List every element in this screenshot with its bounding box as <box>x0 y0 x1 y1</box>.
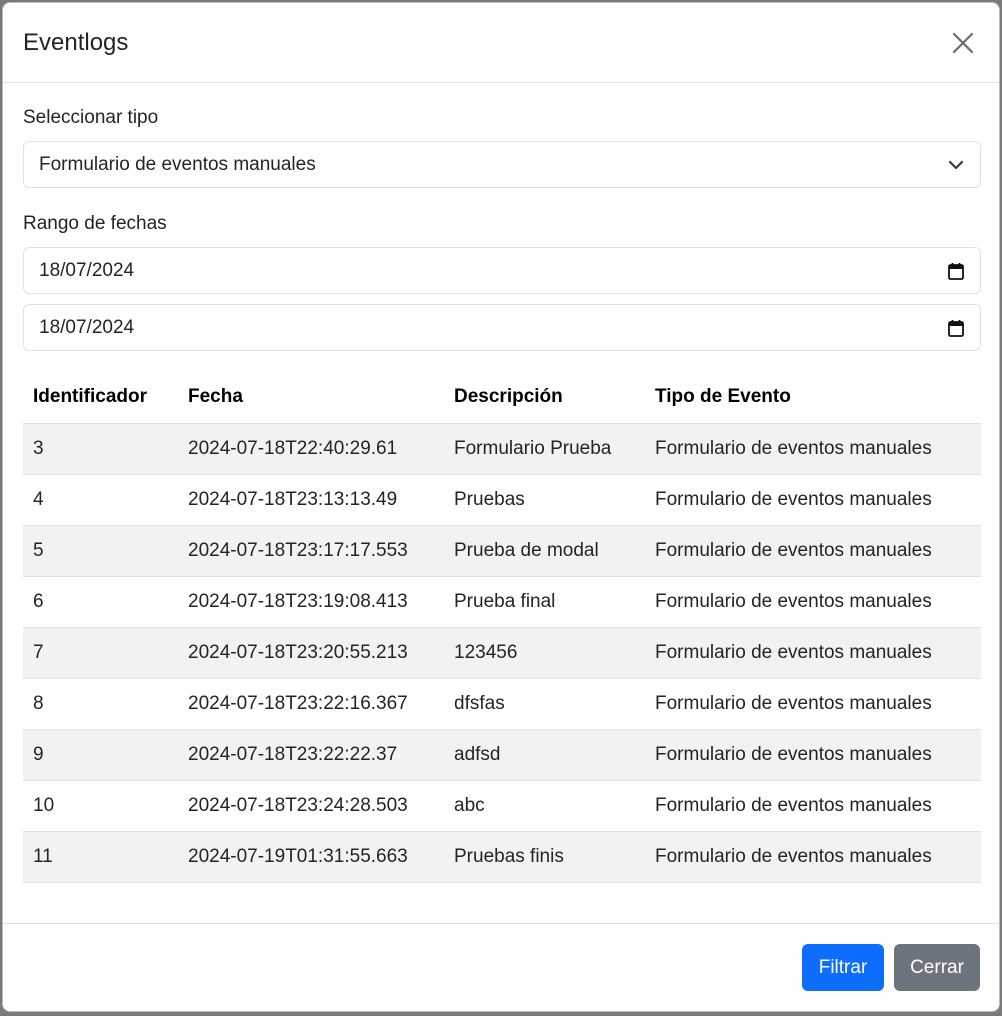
table-cell: 2024-07-18T23:19:08.413 <box>178 576 444 628</box>
table-row: 7 2024-07-18T23:20:55.213 123456 Formulario… <box>23 627 981 679</box>
table-cell: 5 <box>23 525 178 577</box>
date-to-value: 18/07/2024 <box>39 316 135 338</box>
date-range-label: Rango de fechas <box>23 213 167 234</box>
calendar-icon[interactable] <box>948 319 964 337</box>
filter-button[interactable]: Filtrar <box>802 944 884 991</box>
table-cell: Prueba de modal <box>444 525 645 577</box>
header-tipo-evento: Tipo de Evento <box>645 371 981 424</box>
table-cell: Formulario de eventos manuales <box>645 423 981 475</box>
date-from-input[interactable]: 18/07/2024 <box>23 247 981 294</box>
table-cell: 2024-07-18T23:13:13.49 <box>178 474 444 526</box>
table-cell: 123456 <box>444 627 645 679</box>
modal-footer: Filtrar Cerrar <box>3 923 999 1011</box>
header-identificador: Identificador <box>23 371 178 424</box>
table-cell: 9 <box>23 729 178 781</box>
table-cell: Formulario de eventos manuales <box>645 729 981 781</box>
table-cell: Prueba final <box>444 576 645 628</box>
type-select-value: Formulario de eventos manuales <box>39 153 316 175</box>
table-row: 6 2024-07-18T23:19:08.413 Prueba final Form… <box>23 576 981 628</box>
table-cell: 2024-07-18T22:40:29.61 <box>178 423 444 475</box>
eventlog-table: Identificador Fecha Descripción Tipo de … <box>23 371 981 883</box>
close-button[interactable] <box>945 25 981 61</box>
table-cell: 4 <box>23 474 178 526</box>
type-label: Seleccionar tipo <box>23 107 159 128</box>
table-row: 11 2024-07-19T01:31:55.663 Pruebas finis Fo… <box>23 831 981 883</box>
header-fecha: Fecha <box>178 371 444 424</box>
table-row: 4 2024-07-18T23:13:13.49 Pruebas Formulario… <box>23 474 981 526</box>
table-row: 9 2024-07-18T23:22:22.37 adfsd Formulario d… <box>23 729 981 781</box>
header-descripcion: Descripción <box>444 371 645 424</box>
table-cell: 2024-07-19T01:31:55.663 <box>178 831 444 883</box>
close-icon <box>952 32 974 53</box>
table-cell: Formulario de eventos manuales <box>645 627 981 679</box>
table-cell: 2024-07-18T23:17:17.553 <box>178 525 444 577</box>
table-cell: dfsfas <box>444 678 645 730</box>
type-select[interactable]: Formulario de eventos manuales <box>23 141 981 188</box>
table-cell: Pruebas <box>444 474 645 526</box>
modal-body: Seleccionar tipo Formulario de eventos m… <box>3 83 999 883</box>
table-cell: Formulario de eventos manuales <box>645 780 981 832</box>
close-modal-button[interactable]: Cerrar <box>894 944 980 991</box>
table-cell: 8 <box>23 678 178 730</box>
table-cell: Formulario de eventos manuales <box>645 576 981 628</box>
table-cell: 11 <box>23 831 178 883</box>
table-cell: Pruebas finis <box>444 831 645 883</box>
table-cell: 6 <box>23 576 178 628</box>
table-cell: Formulario de eventos manuales <box>645 831 981 883</box>
table-cell: abc <box>444 780 645 832</box>
table-row: 3 2024-07-18T22:40:29.61 Formulario Prueba… <box>23 423 981 475</box>
table-cell: 7 <box>23 627 178 679</box>
table-cell: 3 <box>23 423 178 475</box>
table-cell: Formulario Prueba <box>444 423 645 475</box>
date-from-value: 18/07/2024 <box>39 259 135 281</box>
table-header-row: Identificador Fecha Descripción Tipo de … <box>23 371 981 424</box>
table-body: 3 2024-07-18T22:40:29.61 Formulario Prueba… <box>23 423 981 883</box>
table-cell: 2024-07-18T23:22:22.37 <box>178 729 444 781</box>
modal-title: Eventlogs <box>23 28 129 56</box>
table-cell: Formulario de eventos manuales <box>645 474 981 526</box>
table-cell: 2024-07-18T23:24:28.503 <box>178 780 444 832</box>
eventlogs-modal: Eventlogs Seleccionar tipo Formulario de… <box>2 2 1000 1012</box>
table-cell: adfsd <box>444 729 645 781</box>
modal-header: Eventlogs <box>3 3 999 83</box>
table-row: 5 2024-07-18T23:17:17.553 Prueba de modal F… <box>23 525 981 577</box>
table-cell: 2024-07-18T23:22:16.367 <box>178 678 444 730</box>
table-row: 8 2024-07-18T23:22:16.367 dfsfas Formulario… <box>23 678 981 730</box>
table-cell: 10 <box>23 780 178 832</box>
chevron-down-icon <box>948 160 964 170</box>
table-cell: 2024-07-18T23:20:55.213 <box>178 627 444 679</box>
date-to-input[interactable]: 18/07/2024 <box>23 304 981 351</box>
table-cell: Formulario de eventos manuales <box>645 678 981 730</box>
table-row: 10 2024-07-18T23:24:28.503 abc Formulario d… <box>23 780 981 832</box>
calendar-icon[interactable] <box>948 262 964 280</box>
table-cell: Formulario de eventos manuales <box>645 525 981 577</box>
